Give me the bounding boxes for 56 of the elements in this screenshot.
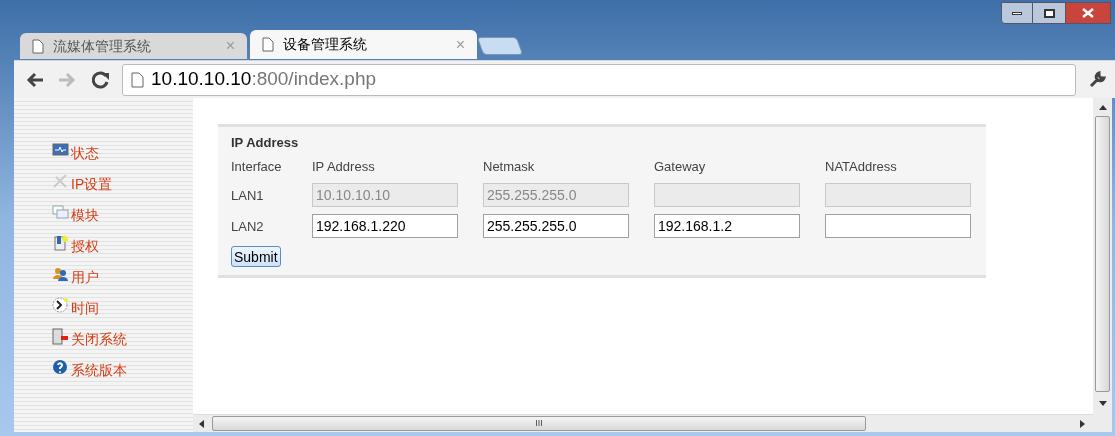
address-bar[interactable]: 10.10.10.10:800/index.php — [122, 63, 1076, 96]
scroll-left-icon[interactable] — [199, 419, 204, 428]
vertical-scrollbar[interactable] — [1093, 98, 1112, 432]
back-icon[interactable] — [26, 71, 44, 88]
interface-label: LAN1 — [231, 187, 265, 205]
horizontal-scrollbar[interactable]: III — [193, 414, 1093, 432]
tab-close-button[interactable]: × — [455, 32, 465, 57]
browser-tab[interactable]: 设备管理系统 × — [250, 30, 477, 59]
sidebar-link[interactable]: 授权 — [71, 236, 99, 257]
input-field[interactable]: 192.168.1.2 — [654, 214, 800, 238]
page-icon — [131, 71, 144, 88]
scroll-down-icon[interactable] — [1098, 401, 1107, 406]
input-field[interactable]: 192.168.1.220 — [312, 214, 458, 238]
users-icon — [52, 266, 69, 283]
page-icon — [262, 37, 274, 52]
door-icon — [52, 328, 69, 345]
url-path: :800/index.php — [251, 67, 377, 92]
monitor-icon — [52, 142, 69, 159]
page-icon — [32, 38, 44, 54]
column-header: IP Address — [312, 158, 376, 176]
help-icon — [52, 359, 69, 376]
submit-button[interactable]: Submit — [231, 246, 281, 267]
grip-text: III — [535, 419, 543, 428]
new-tab-button[interactable] — [476, 37, 524, 55]
scrollbar-thumb[interactable] — [1095, 116, 1110, 392]
input-field[interactable] — [825, 214, 971, 238]
sidebar-link[interactable]: 关闭系统 — [71, 329, 127, 350]
close-icon — [1082, 8, 1094, 18]
close-button[interactable] — [1065, 2, 1111, 24]
section-title: IP Address — [231, 134, 300, 152]
sidebar-link[interactable]: 系统版本 — [71, 360, 127, 381]
scrollbar-thumb[interactable]: III — [212, 416, 866, 431]
column-header: Netmask — [483, 158, 536, 176]
sidebar-link[interactable]: 时间 — [71, 298, 99, 319]
tab-title: 设备管理系统 — [283, 35, 367, 54]
reload-icon[interactable] — [92, 70, 110, 89]
url-host: 10.10.10.10 — [151, 67, 252, 92]
input-field[interactable]: 255.255.255.0 — [483, 214, 629, 238]
interface-label: LAN2 — [231, 218, 265, 236]
column-header: Interface — [231, 158, 283, 176]
column-header: Gateway — [654, 158, 707, 176]
column-header: NATAddress — [825, 158, 898, 176]
sidebar-link[interactable]: 状态 — [71, 143, 99, 164]
sidebar-link[interactable]: 模块 — [71, 205, 99, 226]
maximize-button[interactable] — [1033, 2, 1065, 24]
clock-icon — [52, 297, 69, 314]
scroll-right-icon[interactable] — [1080, 419, 1085, 428]
document-icon — [52, 235, 69, 252]
minimize-button[interactable] — [1001, 2, 1033, 24]
sidebar-link[interactable]: 用户 — [71, 267, 99, 288]
wrench-icon[interactable] — [1088, 70, 1106, 89]
scroll-up-icon[interactable] — [1098, 105, 1107, 110]
windows-icon — [52, 204, 69, 221]
tab-title: 流媒体管理系统 — [53, 36, 151, 56]
sidebar-link[interactable]: IP设置 — [71, 174, 113, 195]
browser-tab[interactable]: 流媒体管理系统 × — [20, 33, 247, 59]
